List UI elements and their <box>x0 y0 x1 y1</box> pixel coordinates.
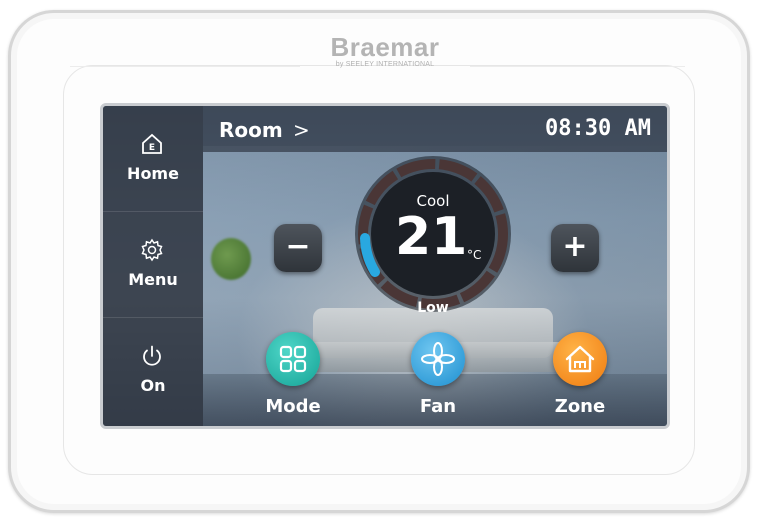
brand-logo: Braemar by SEELEY INTERNATIONAL <box>300 34 470 68</box>
mode-button[interactable] <box>266 332 320 386</box>
sidebar-item-label: Menu <box>128 270 178 289</box>
chevron-right-icon[interactable]: > <box>293 118 310 142</box>
brand-subtitle: by SEELEY INTERNATIONAL <box>335 61 435 68</box>
temperature-value: 21 <box>395 207 468 267</box>
gear-icon <box>141 238 163 262</box>
sidebar-item-label: Home <box>127 164 179 183</box>
zone-button-label: Zone <box>554 396 606 417</box>
fan-speed-label: Low <box>417 300 449 316</box>
svg-text:E: E <box>149 143 155 153</box>
brand-name: Braemar <box>330 32 440 62</box>
fan-button[interactable] <box>411 332 465 386</box>
sidebar-item-power[interactable]: On <box>103 318 203 424</box>
grid-icon <box>279 345 307 373</box>
fan-icon <box>421 342 455 376</box>
clock: 08:30 AM <box>545 116 651 141</box>
sidebar-item-home[interactable]: E Home <box>103 106 203 212</box>
brand-divider-right <box>470 66 685 67</box>
home-icon: E <box>142 133 162 154</box>
sidebar-item-menu[interactable]: Menu <box>103 212 203 318</box>
power-icon <box>143 345 161 366</box>
zone-button[interactable] <box>553 332 607 386</box>
mode-button-label: Mode <box>265 396 321 417</box>
background-plant <box>211 238 251 280</box>
sidebar-item-label: On <box>140 376 166 395</box>
decrease-temp-button[interactable]: − <box>274 224 322 272</box>
sidebar: E Home Menu On <box>103 106 203 426</box>
increase-temp-button[interactable]: + <box>551 224 599 272</box>
temperature-unit: °C <box>467 248 482 262</box>
touch-screen: E Home Menu On Room > 08:30 AM Cool 21 °… <box>100 103 670 429</box>
room-selector[interactable]: Room <box>219 118 283 142</box>
house-icon <box>565 345 595 373</box>
fan-button-label: Fan <box>419 396 457 417</box>
brand-divider-left <box>70 66 300 67</box>
